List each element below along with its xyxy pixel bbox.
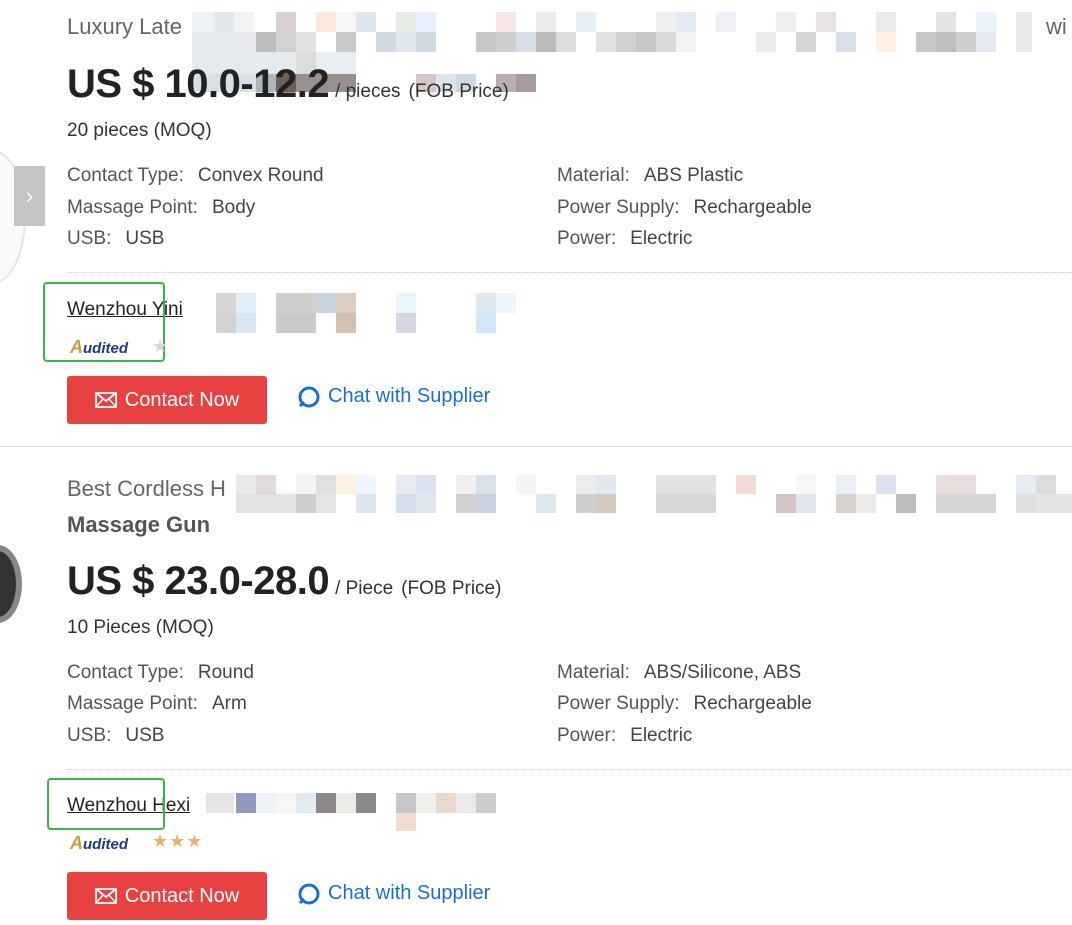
star-icon: ★ [152, 336, 170, 356]
star-icon: ★★★ [152, 831, 204, 851]
supplier-rating: ★★★ [152, 831, 203, 852]
attribute-contact-type: Contact Type: Round [67, 662, 254, 683]
redacted-region [236, 475, 1072, 513]
chat-with-supplier-link[interactable]: Chat with Supplier [298, 385, 490, 408]
redacted-region [206, 793, 498, 833]
attribute-contact-type: Contact Type: Convex Round [67, 165, 324, 186]
attribute-power-supply: Power Supply: Rechargeable [557, 197, 812, 218]
price-line: US $ 10.0-12.2/ pieces (FOB Price) [67, 62, 509, 107]
price: US $ 10.0-12.2 [67, 62, 330, 106]
price-type: (FOB Price) [408, 81, 509, 102]
product-title[interactable]: Luxury Late [67, 13, 182, 41]
contact-now-button[interactable]: Contact Now [67, 872, 267, 920]
attribute-usb: USB: USB [67, 725, 165, 746]
audited-badge[interactable]: Audited [70, 337, 128, 358]
price: US $ 23.0-28.0 [67, 559, 330, 603]
product-title[interactable]: Best Cordless H [67, 475, 226, 503]
price-type: (FOB Price) [401, 578, 502, 599]
divider [67, 272, 1072, 273]
attribute-massage-point: Massage Point: Arm [67, 693, 247, 714]
audited-badge[interactable]: Audited [70, 833, 128, 854]
divider [67, 769, 1072, 770]
chat-with-supplier-link[interactable]: Chat with Supplier [298, 882, 490, 905]
highlight-box [47, 778, 165, 830]
product-card: Luxury Late wi US $ 10.0-12.2 / pieces (… [0, 0, 1072, 446]
moq: 10 Pieces (MOQ) [67, 617, 214, 638]
attribute-massage-point: Massage Point: Body [67, 197, 256, 218]
moq: 20 pieces (MOQ) [67, 120, 212, 141]
product-title-line2[interactable]: Massage Gun [67, 511, 210, 539]
attribute-power: Power: Electric [557, 228, 693, 249]
mail-icon [94, 392, 117, 408]
mail-icon [94, 888, 117, 904]
price-line: US $ 23.0-28.0/ Piece (FOB Price) [67, 559, 501, 604]
attribute-power-supply: Power Supply: Rechargeable [557, 693, 812, 714]
supplier-rating: ★ [152, 336, 169, 357]
attribute-power: Power: Electric [557, 725, 693, 746]
product-title-suffix: wi [1046, 14, 1067, 39]
price-unit: / pieces [335, 81, 401, 102]
attribute-material: Material: ABS/Silicone, ABS [557, 662, 802, 683]
attribute-usb: USB: USB [67, 228, 165, 249]
chat-icon [298, 386, 320, 407]
price-unit: / Piece [335, 578, 394, 599]
chat-icon [298, 883, 320, 904]
redacted-region [198, 293, 518, 333]
attribute-material: Material: ABS Plastic [557, 165, 744, 186]
product-card: Best Cordless H Massage Gun US $ 23.0-28… [0, 447, 1072, 925]
contact-now-button[interactable]: Contact Now [67, 376, 267, 424]
